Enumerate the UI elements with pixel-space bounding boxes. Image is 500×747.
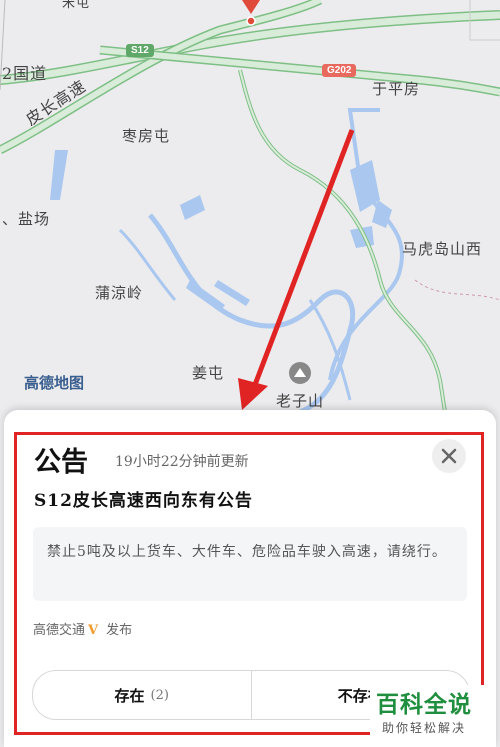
watermark-title: 百科全说 — [376, 691, 472, 717]
exists-label: 存在 — [114, 686, 145, 705]
boundary-dashed — [414, 279, 500, 301]
watermark-subtitle: 助你轻松解决 — [382, 721, 467, 735]
place-label: 米屯 — [62, 0, 91, 11]
verified-icon: V — [88, 623, 99, 638]
notice-body: 禁止5吨及以上货车、大件车、危险品车驶入高速，请绕行。 — [47, 544, 447, 560]
place-label: 、盐场 — [2, 210, 51, 228]
watermark: 百科全说 助你轻松解决 — [370, 685, 494, 741]
notice-subtitle: S12皮长高速西向东有公告 — [34, 491, 253, 511]
place-label: 枣房屯 — [122, 127, 171, 145]
arrow-head — [238, 378, 268, 410]
place-label: 2国道 — [2, 64, 48, 83]
publisher-name[interactable]: 高德交通 — [33, 623, 85, 638]
notice-updated-time: 19小时22分钟前更新 — [115, 454, 249, 470]
water-pond — [180, 195, 205, 220]
exists-count: (2) — [150, 687, 169, 703]
water-pond — [50, 150, 68, 200]
place-label: 蒲涼岭 — [95, 284, 144, 302]
publisher-line: 高德交通 V 发布 — [33, 619, 132, 638]
exists-button[interactable]: 存在 (2) — [33, 671, 251, 719]
close-icon — [441, 448, 457, 464]
place-label: 于平房 — [372, 80, 421, 98]
place-label: 老子山 — [276, 392, 325, 410]
location-pin-icon[interactable] — [240, 0, 262, 26]
close-button[interactable] — [432, 439, 466, 473]
mountain-icon[interactable] — [289, 362, 311, 384]
notice-body-box: 禁止5吨及以上货车、大件车、危险品车驶入高速，请绕行。 — [33, 527, 467, 601]
notice-title: 公告 — [34, 447, 88, 478]
map-logo: 高德地图 — [24, 375, 85, 392]
place-label: 姜屯 — [192, 364, 225, 382]
road-badge-s12: S12 — [126, 44, 154, 57]
publish-action: 发布 — [106, 623, 133, 638]
road-badge-g202: G202 — [322, 64, 357, 77]
place-label: 马虎岛山西 — [402, 240, 483, 258]
